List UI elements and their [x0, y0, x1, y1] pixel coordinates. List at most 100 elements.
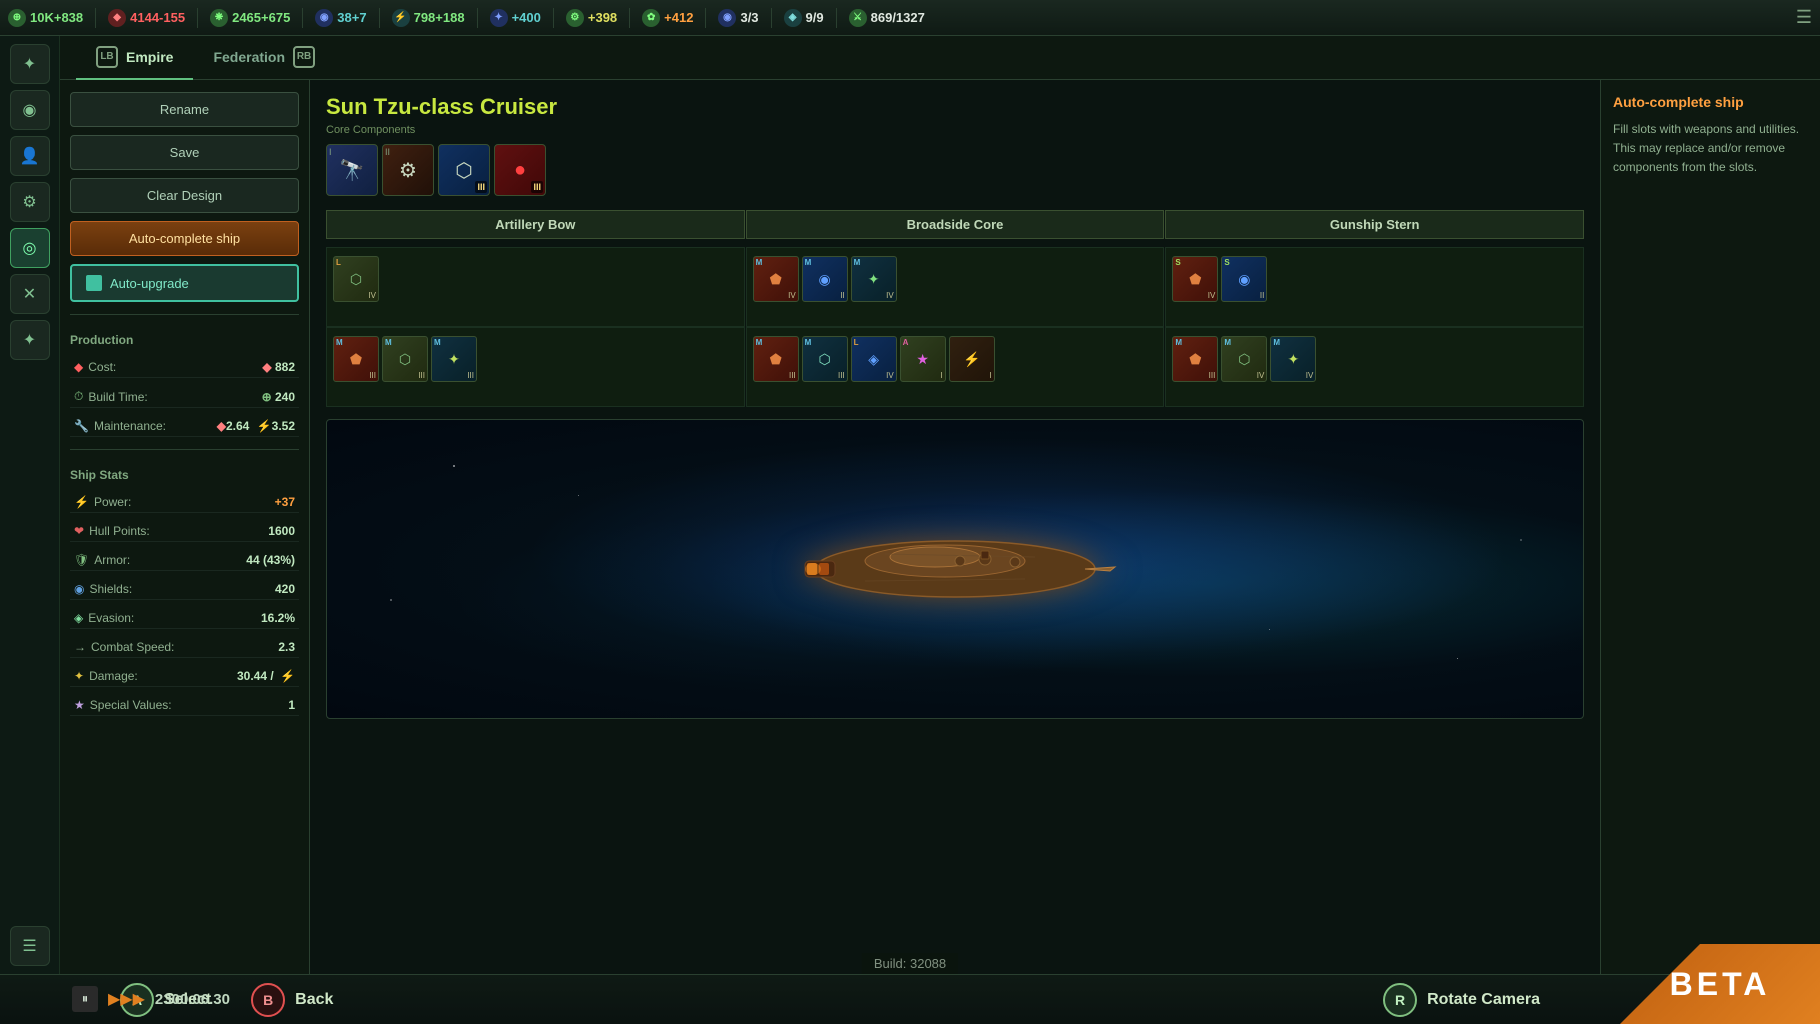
minerals-value: 4144-155: [130, 10, 185, 25]
bow-slot-2-1[interactable]: M ⬟ III: [333, 336, 379, 382]
stern-slot-2-2[interactable]: M ⬡ IV: [1221, 336, 1267, 382]
special-row: ★Special Values: 1: [70, 695, 299, 716]
sidebar-item-fleet[interactable]: ◎: [10, 228, 50, 268]
core-extra-slot[interactable]: ⚡ I: [949, 336, 995, 382]
culture-value: +412: [664, 10, 693, 25]
armor-value: 44 (43%): [246, 553, 295, 567]
tab-federation[interactable]: Federation RB: [193, 36, 335, 80]
power-row: ⚡Power: +37: [70, 492, 299, 513]
game-time-bar: ⏸ ▶▶▶ 2300.06.30: [60, 974, 242, 1024]
core-components-label: Core Components: [326, 124, 1584, 136]
ship-stats-title: Ship Stats: [70, 468, 299, 482]
slots-row-1: L ⬡ IV M ⬟ IV M ◉ II: [326, 247, 1584, 327]
ff-icon: ▶▶▶: [108, 989, 145, 1009]
sidebar-item-empire[interactable]: ◉: [10, 90, 50, 130]
military-value: 869/1327: [871, 10, 925, 25]
stern-slot-2-1[interactable]: M ⬟ III: [1172, 336, 1218, 382]
center-panel: Sun Tzu-class Cruiser Core Components 🔭 …: [310, 80, 1600, 974]
core-slot-1-1[interactable]: M ⬟ IV: [753, 256, 799, 302]
sidebar-item-ships[interactable]: ⚙: [10, 182, 50, 222]
core-slot-2-3[interactable]: L ◈ IV: [851, 336, 897, 382]
clear-design-button[interactable]: Clear Design: [70, 178, 299, 213]
top-bar-end: ☰: [1796, 7, 1812, 28]
food-icon: ❋: [210, 9, 228, 27]
section-core-header[interactable]: Broadside Core: [746, 210, 1165, 239]
bow-slots-1: L ⬡ IV: [326, 247, 745, 327]
sidebar-item-research[interactable]: ✦: [10, 320, 50, 360]
shields-value: 420: [275, 582, 295, 596]
tabs-row: LB Empire Federation RB: [60, 36, 1820, 80]
core-slot-1-3[interactable]: M ✦ IV: [851, 256, 897, 302]
core-slot-2[interactable]: ⚙ II: [382, 144, 434, 196]
rotate-action[interactable]: R Rotate Camera: [1383, 983, 1540, 1017]
influence-resource: ◉ 38+7: [315, 9, 366, 27]
stern-slot-2-3[interactable]: M ✦ IV: [1270, 336, 1316, 382]
heroes-value: 9/9: [806, 10, 824, 25]
stern-slot-1-1[interactable]: S ⬟ IV: [1172, 256, 1218, 302]
science-icon: ✦: [490, 9, 508, 27]
tab-empire[interactable]: LB Empire: [76, 36, 193, 80]
core-slot-2-1[interactable]: M ⬟ III: [753, 336, 799, 382]
core-slot-4[interactable]: ● III: [494, 144, 546, 196]
military-icon: ⚔: [849, 9, 867, 27]
minerals-icon: ◆: [108, 9, 126, 27]
energy-resource: ⚡ 798+188: [392, 9, 465, 27]
main-content: LB Empire Federation RB Rename Save Clea…: [60, 36, 1820, 974]
rotate-key-badge: R: [1383, 983, 1417, 1017]
evasion-row: ◈Evasion: 16.2%: [70, 608, 299, 629]
sidebar-item-galaxy[interactable]: ✦: [10, 44, 50, 84]
special-value: 1: [288, 698, 295, 712]
core-slot-3[interactable]: ⬡ III: [438, 144, 490, 196]
sections-row: Artillery Bow Broadside Core Gunship Ste…: [326, 210, 1584, 239]
back-action[interactable]: B Back: [251, 983, 333, 1017]
sidebar-item-diplomacy[interactable]: ✕: [10, 274, 50, 314]
cost-value: ◆ 882: [262, 360, 295, 374]
energy-icon: ⚡: [392, 9, 410, 27]
build-time-label: ⏱ Build Time:: [74, 389, 148, 404]
evasion-label: ◈Evasion:: [74, 611, 134, 625]
stern-slot-1-2[interactable]: S ◉ II: [1221, 256, 1267, 302]
auto-complete-button[interactable]: Auto-complete ship: [70, 221, 299, 256]
menu-icon[interactable]: ☰: [1796, 7, 1812, 28]
pause-button[interactable]: ⏸: [72, 986, 98, 1012]
evasion-value: 16.2%: [261, 611, 295, 625]
bow-slot-2-2[interactable]: M ⬡ III: [382, 336, 428, 382]
military-resource: ⚔ 869/1327: [849, 9, 925, 27]
industry-icon: ⚙: [566, 9, 584, 27]
rename-button[interactable]: Rename: [70, 92, 299, 127]
fast-forward: ▶▶▶: [108, 989, 145, 1009]
xp-icon: ⊕: [8, 9, 26, 27]
game-time: 2300.06.30: [155, 991, 230, 1008]
armor-label: 🛡Armor:: [74, 553, 130, 567]
section-stern-header[interactable]: Gunship Stern: [1165, 210, 1584, 239]
rotate-label: Rotate Camera: [1427, 991, 1540, 1009]
bow-slot-2-3[interactable]: M ✦ III: [431, 336, 477, 382]
sep7: [629, 8, 630, 28]
left-panel: Rename Save Clear Design Auto-complete s…: [60, 80, 310, 974]
sep1: [95, 8, 96, 28]
damage-value: 30.44 / ⚡: [237, 669, 295, 683]
core-slot-2-4[interactable]: A ★ I: [900, 336, 946, 382]
core-slot-1-2[interactable]: M ◉ II: [802, 256, 848, 302]
industry-value: +398: [588, 10, 617, 25]
industry-resource: ⚙ +398: [566, 9, 617, 27]
core-components-row: 🔭 I ⚙ II ⬡ III ● III: [326, 144, 1584, 196]
culture-icon: ✿: [642, 9, 660, 27]
damage-label: ✦Damage:: [74, 669, 138, 683]
power-label: ⚡Power:: [74, 495, 131, 509]
auto-upgrade-button[interactable]: Auto-upgrade: [70, 264, 299, 302]
heroes-resource: ◈ 9/9: [784, 9, 824, 27]
auto-upgrade-indicator: [86, 275, 102, 291]
sidebar-item-leaders[interactable]: 👤: [10, 136, 50, 176]
core-slot-2-2[interactable]: M ⬡ III: [802, 336, 848, 382]
federation-key-badge: RB: [293, 46, 315, 68]
sep8: [705, 8, 706, 28]
bow-slot-1-1[interactable]: L ⬡ IV: [333, 256, 379, 302]
shields-row: ◉Shields: 420: [70, 579, 299, 600]
sep5: [477, 8, 478, 28]
back-label: Back: [295, 991, 333, 1009]
sidebar-item-menu[interactable]: ☰: [10, 926, 50, 966]
section-bow-header[interactable]: Artillery Bow: [326, 210, 745, 239]
save-button[interactable]: Save: [70, 135, 299, 170]
core-slot-1[interactable]: 🔭 I: [326, 144, 378, 196]
